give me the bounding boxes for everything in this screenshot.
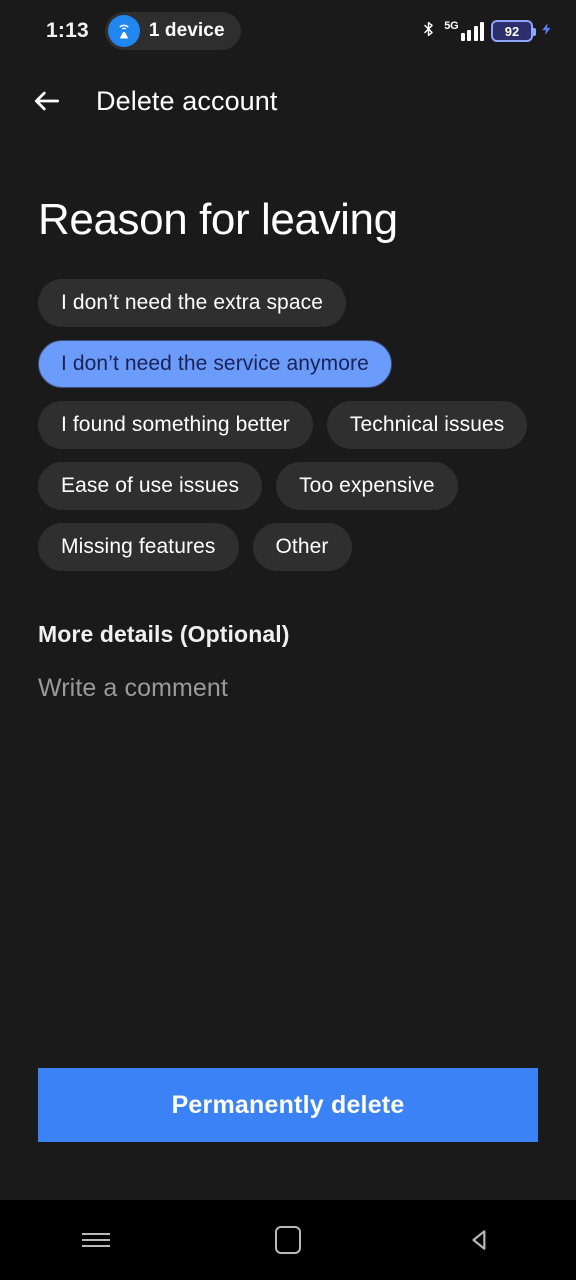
hotspot-pill[interactable]: 1 device bbox=[104, 12, 241, 50]
signal-bars bbox=[460, 22, 484, 41]
back-triangle-icon[interactable] bbox=[384, 1200, 576, 1280]
status-bar-indicators: 5G 92 bbox=[420, 18, 554, 45]
home-glyph bbox=[275, 1226, 301, 1254]
reason-chip[interactable]: I don’t need the extra space bbox=[38, 279, 346, 328]
cta-container: Permanently delete bbox=[0, 1068, 576, 1200]
page-title: Delete account bbox=[96, 85, 278, 116]
app-bar: Delete account bbox=[0, 62, 576, 140]
back-arrow-icon[interactable] bbox=[24, 78, 70, 124]
status-bar-clock: 1:13 bbox=[46, 19, 89, 42]
more-details-label: More details (Optional) bbox=[38, 621, 290, 648]
recents-glyph bbox=[82, 1229, 110, 1251]
reason-chip[interactable]: Ease of use issues bbox=[38, 462, 263, 511]
recents-icon[interactable] bbox=[0, 1200, 192, 1280]
hotspot-icon bbox=[107, 15, 140, 47]
comment-input[interactable] bbox=[38, 674, 538, 704]
home-square-icon[interactable] bbox=[192, 1200, 384, 1280]
cellular-signal-icon: 5G bbox=[444, 21, 484, 41]
network-type-label: 5G bbox=[444, 20, 459, 32]
reason-heading: Reason for leaving bbox=[38, 195, 398, 244]
reason-chip[interactable]: Missing features bbox=[38, 523, 239, 572]
phone-screen: 1:13 1 device 5G 92 Delete account Reaso… bbox=[0, 0, 576, 1280]
bluetooth-icon bbox=[420, 18, 437, 45]
reason-chip[interactable]: I found something better bbox=[38, 401, 313, 450]
reason-chip[interactable]: Other bbox=[252, 523, 352, 572]
status-bar: 1:13 1 device 5G 92 bbox=[0, 0, 576, 62]
permanently-delete-button[interactable]: Permanently delete bbox=[38, 1068, 538, 1142]
battery-percent-label: 92 bbox=[504, 23, 520, 39]
main-content: Reason for leaving I don’t need the extr… bbox=[0, 140, 576, 1068]
reason-chip[interactable]: I don’t need the service anymore bbox=[38, 340, 392, 389]
battery-icon: 92 bbox=[491, 20, 536, 42]
charging-bolt-icon bbox=[540, 18, 554, 45]
hotspot-pill-label: 1 device bbox=[148, 20, 225, 41]
system-nav-bar bbox=[0, 1200, 576, 1280]
reason-chip[interactable]: Too expensive bbox=[276, 462, 458, 511]
reason-chip[interactable]: Technical issues bbox=[326, 401, 528, 450]
reason-chip-group: I don’t need the extra space I don’t need… bbox=[38, 279, 538, 572]
